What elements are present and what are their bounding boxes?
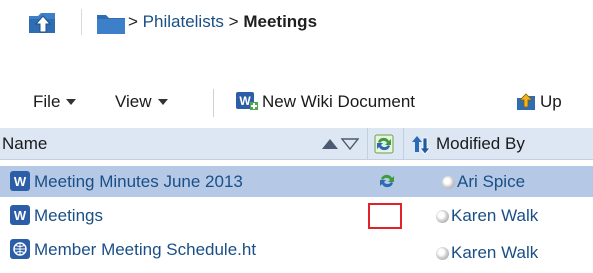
- breadcrumb-separator: >: [228, 12, 239, 31]
- svg-text:W: W: [239, 94, 251, 108]
- modified-by-link[interactable]: Karen Walk: [451, 206, 538, 225]
- table-row[interactable]: W Meeting Minutes June 2013 Ari Spice: [0, 166, 593, 197]
- modified-by-cell: Karen Walk: [436, 237, 593, 268]
- table-row[interactable]: W Meetings Karen Walk: [0, 200, 593, 231]
- html-document-icon: [10, 238, 30, 265]
- word-document-icon: W: [10, 170, 30, 197]
- sort-arrows-icon: [322, 138, 360, 151]
- up-folder-icon[interactable]: [27, 7, 59, 37]
- file-menu-button[interactable]: File: [33, 91, 77, 113]
- file-name-cell: W Meetings: [0, 200, 380, 231]
- sync-status-icon: [374, 134, 394, 154]
- breadcrumb-path: > Philatelists > Meetings: [128, 11, 317, 33]
- view-menu-label: View: [115, 92, 152, 111]
- presence-status-icon: [436, 210, 449, 223]
- file-name-cell: Member Meeting Schedule.ht: [0, 234, 380, 265]
- word-document-icon: W: [10, 204, 30, 231]
- column-divider: [403, 128, 404, 159]
- table-header-row: Name Modified By: [0, 128, 593, 160]
- sort-toggle[interactable]: [321, 136, 360, 152]
- new-wiki-document-label: New Wiki Document: [262, 92, 416, 111]
- highlight-box: [368, 203, 402, 229]
- file-name-cell: W Meeting Minutes June 2013: [0, 166, 380, 197]
- column-header-checkout[interactable]: [410, 134, 432, 161]
- file-name-link[interactable]: Member Meeting Schedule.ht: [34, 240, 256, 259]
- breadcrumb-divider: [81, 9, 82, 35]
- breadcrumb-current: Meetings: [243, 12, 318, 31]
- breadcrumb: > Philatelists > Meetings: [0, 0, 593, 60]
- modified-by-link[interactable]: Karen Walk: [451, 243, 538, 262]
- modified-by-link[interactable]: Ari Spice: [457, 172, 525, 191]
- column-header-name-label: Name: [2, 134, 48, 153]
- toolbar: File View W New Wiki Document Up: [0, 85, 593, 125]
- breadcrumb-separator: >: [128, 12, 138, 31]
- modified-by-cell: Ari Spice: [442, 166, 593, 197]
- file-name-link[interactable]: Meeting Minutes June 2013: [34, 172, 243, 191]
- upload-icon: [516, 91, 536, 117]
- view-menu-button[interactable]: View: [115, 91, 168, 113]
- sync-status-icon: [377, 171, 397, 196]
- new-wiki-document-icon: W: [236, 91, 258, 117]
- column-header-status[interactable]: [374, 134, 394, 159]
- new-wiki-document-button[interactable]: W New Wiki Document: [236, 91, 415, 117]
- presence-status-icon: [442, 176, 455, 189]
- file-name-link[interactable]: Meetings: [34, 206, 103, 225]
- breadcrumb-link-philatelists[interactable]: Philatelists: [143, 12, 224, 31]
- upload-button[interactable]: Up: [516, 91, 562, 117]
- chevron-down-icon: [66, 98, 77, 105]
- checkout-arrows-icon: [412, 136, 431, 155]
- modified-by-cell: Karen Walk: [436, 200, 593, 231]
- column-header-modified-by[interactable]: Modified By: [436, 128, 593, 159]
- svg-text:W: W: [14, 208, 27, 223]
- folder-icon: [96, 11, 126, 35]
- file-menu-label: File: [33, 92, 61, 111]
- upload-label: Up: [540, 92, 562, 111]
- toolbar-divider: [213, 89, 214, 117]
- document-table: Name Modified By W Meeting Minutes June …: [0, 128, 593, 273]
- table-row[interactable]: Member Meeting Schedule.ht Karen Walk: [0, 234, 593, 265]
- chevron-down-icon: [157, 98, 168, 105]
- svg-text:W: W: [14, 174, 27, 189]
- column-header-modified-by-label: Modified By: [436, 134, 525, 153]
- column-divider: [367, 128, 368, 159]
- presence-status-icon: [436, 247, 449, 260]
